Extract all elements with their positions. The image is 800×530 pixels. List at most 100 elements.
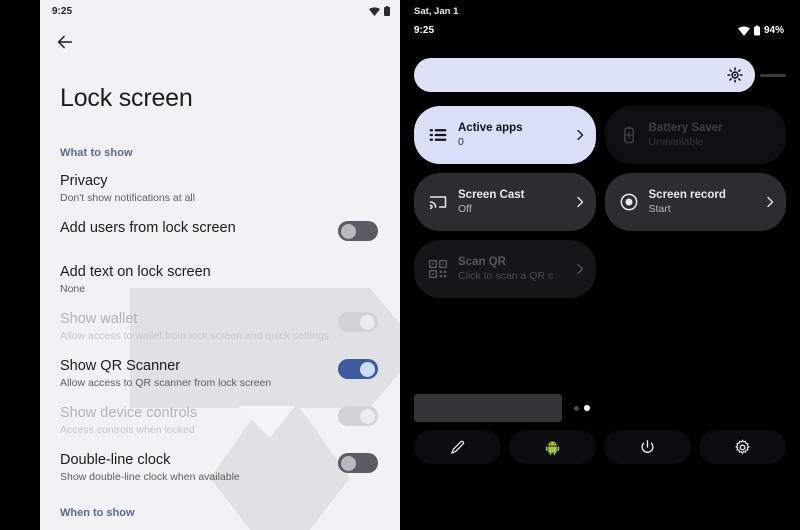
tile-value: Click to scan a QR c	[458, 270, 554, 282]
row-title: Show QR Scanner	[60, 358, 181, 374]
page-dot-2[interactable]	[584, 405, 590, 411]
lock-screen-settings-panel: 9:25 Lock screen What to show Privacy Do…	[40, 0, 400, 530]
cast-icon	[429, 196, 447, 210]
record-icon	[620, 193, 637, 211]
brightness-icon	[727, 67, 743, 83]
tile-text: Screen Cast Off	[458, 188, 564, 216]
page-dot-1[interactable]	[574, 405, 579, 411]
row-subtitle: Allow access to QR scanner from lock scr…	[60, 377, 272, 389]
left-status-bar: 9:25	[40, 0, 400, 22]
brightness-slider[interactable]	[414, 58, 755, 92]
chevron-right-icon[interactable]	[574, 196, 586, 208]
brightness-track-remainder	[760, 73, 786, 77]
toggle-knob	[360, 408, 375, 424]
toggle-knob	[360, 361, 375, 377]
tile-scan-qr[interactable]: Scan QR Click to scan a QR c	[414, 240, 596, 298]
qs-footer-row	[414, 394, 590, 422]
setting-row-double-line-clock[interactable]: Double-line clock Show double-line clock…	[40, 438, 400, 485]
chevron-right-icon[interactable]	[574, 129, 586, 141]
settings-gear-icon[interactable]	[734, 439, 751, 456]
row-subtitle: None	[60, 283, 86, 295]
screenshot-root: 9:25 Lock screen What to show Privacy Do…	[0, 0, 800, 530]
tile-value: Unavailable	[648, 136, 704, 148]
toggle-double-line-clock[interactable]	[338, 453, 378, 473]
battery-icon	[384, 6, 390, 16]
row-texts: Privacy Don't show notifications at all	[60, 172, 195, 206]
tile-value: Start	[648, 203, 671, 215]
toggle-add-users[interactable]	[338, 221, 378, 241]
setting-row-privacy[interactable]: Privacy Don't show notifications at all	[40, 159, 400, 206]
toggle-show-qr-scanner[interactable]	[338, 359, 378, 379]
row-subtitle: Don't show notifications at all	[60, 192, 196, 204]
qs-tile-grid: Active apps 0 Battery Saver Unavailable	[400, 92, 800, 298]
setting-row-add-text[interactable]: Add text on lock screen None	[40, 250, 400, 297]
row-subtitle: Allow access to wallet from lock screen …	[60, 330, 330, 342]
edit-pencil-icon[interactable]	[449, 439, 466, 456]
row-title: Add text on lock screen	[60, 264, 211, 280]
row-title: Privacy	[60, 173, 108, 189]
row-texts: Add text on lock screen None	[60, 263, 211, 297]
row-title: Show device controls	[60, 405, 198, 421]
back-button[interactable]	[40, 22, 400, 62]
tile-text: Scan QR Click to scan a QR c	[458, 255, 564, 283]
power-icon[interactable]	[639, 439, 656, 456]
row-subtitle: Access controls when locked	[60, 424, 195, 436]
tile-label: Active apps	[458, 122, 523, 134]
toggle-knob	[341, 455, 356, 471]
settings-button[interactable]	[699, 430, 786, 464]
edit-tiles-button[interactable]	[414, 430, 501, 464]
list-icon	[429, 129, 447, 141]
qr-icon	[428, 259, 448, 279]
tile-label: Scan QR	[458, 256, 506, 268]
wifi-icon	[369, 6, 380, 16]
quick-settings-panel: Sat, Jan 1 9:25 94% Active apps 0 Batter…	[400, 0, 800, 530]
back-arrow-icon[interactable]	[54, 31, 76, 53]
chevron-right-icon[interactable]	[574, 263, 586, 275]
tile-text: Screen record Start	[649, 188, 755, 216]
tile-label: Screen record	[648, 189, 726, 201]
media-placeholder-chip[interactable]	[414, 394, 562, 422]
tile-screen-cast[interactable]: Screen Cast Off	[414, 173, 596, 231]
tile-screen-record[interactable]: Screen record Start	[604, 173, 786, 231]
row-texts: Double-line clock Show double-line clock…	[60, 451, 240, 485]
row-title: Show wallet	[60, 311, 138, 327]
wifi-icon	[737, 25, 750, 36]
tile-value: Off	[458, 203, 472, 215]
setting-row-show-device-controls: Show device controls Access controls whe…	[40, 391, 400, 438]
android-robot-icon[interactable]	[544, 439, 561, 456]
setting-row-add-users[interactable]: Add users from lock screen	[40, 206, 400, 250]
section-header-when-to-show: When to show	[60, 507, 135, 519]
row-texts: Add users from lock screen	[60, 219, 236, 237]
power-button[interactable]	[604, 430, 691, 464]
tile-value: 0	[458, 136, 464, 148]
tile-battery-saver: Battery Saver Unavailable	[604, 106, 786, 164]
android-button[interactable]	[509, 430, 596, 464]
toggle-knob	[341, 223, 356, 239]
page-title: Lock screen	[60, 84, 193, 112]
qs-status-bar: 9:25 94%	[400, 17, 800, 36]
tile-label: Battery Saver	[648, 122, 723, 134]
status-time: 9:25	[52, 5, 73, 17]
toggle-show-wallet	[338, 312, 378, 332]
brightness-row	[400, 36, 800, 92]
battery-icon	[753, 25, 760, 36]
qs-status-time: 9:25	[414, 25, 435, 36]
qs-status-icons: 94%	[737, 25, 784, 36]
chevron-right-icon[interactable]	[764, 196, 776, 208]
setting-row-show-qr-scanner[interactable]: Show QR Scanner Allow access to QR scann…	[40, 344, 400, 391]
setting-row-show-wallet: Show wallet Allow access to wallet from …	[40, 297, 400, 344]
tile-active-apps[interactable]: Active apps 0	[414, 106, 596, 164]
row-title: Double-line clock	[60, 452, 171, 468]
qs-battery-percent: 94%	[763, 25, 784, 36]
row-subtitle: Show double-line clock when available	[60, 471, 240, 483]
tile-text: Battery Saver Unavailable	[649, 121, 777, 149]
qs-date: Sat, Jan 1	[414, 6, 459, 17]
battery-saver-icon	[623, 126, 634, 144]
status-icons	[369, 6, 390, 16]
toggle-show-device-controls	[338, 406, 378, 426]
row-texts: Show wallet Allow access to wallet from …	[60, 310, 329, 344]
toggle-knob	[360, 314, 375, 330]
tile-text: Active apps 0	[458, 121, 564, 149]
row-texts: Show device controls Access controls whe…	[60, 404, 197, 438]
tile-label: Screen Cast	[458, 189, 525, 201]
